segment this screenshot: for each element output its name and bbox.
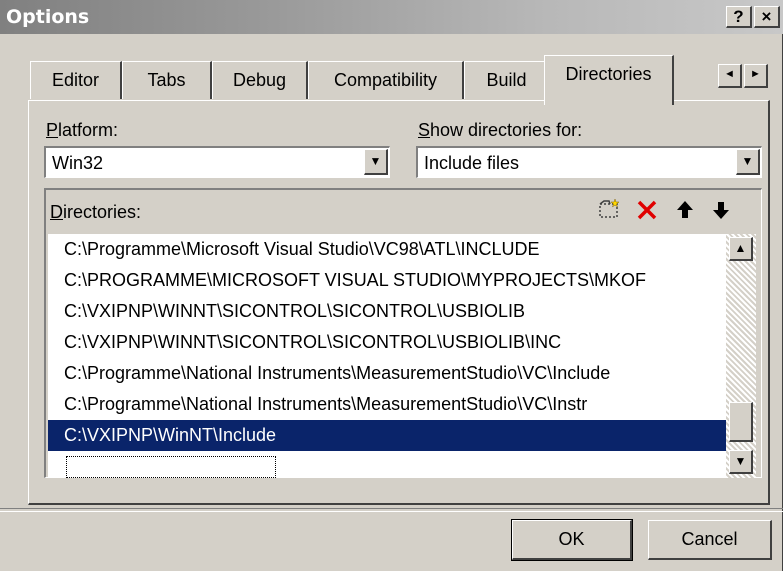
- chevron-right-icon: ►: [750, 68, 761, 80]
- arrow-up-icon[interactable]: [672, 198, 698, 224]
- scroll-down-button[interactable]: ▼: [729, 450, 753, 474]
- cancel-button[interactable]: Cancel: [648, 520, 772, 560]
- title-bar[interactable]: Options ? ×: [0, 0, 783, 34]
- list-item[interactable]: C:\VXIPNP\WINNT\SICONTROL\SICONTROL\USBI…: [48, 296, 726, 327]
- window-title: Options: [6, 6, 90, 28]
- tab-debug[interactable]: Debug: [212, 61, 308, 99]
- directories-scrollbar[interactable]: ▲ ▼: [726, 234, 756, 478]
- directories-label: Directories:: [50, 202, 142, 222]
- close-button[interactable]: ×: [754, 6, 780, 28]
- list-item[interactable]: C:\Programme\Microsoft Visual Studio\VC9…: [48, 234, 726, 265]
- chevron-left-icon: ◄: [724, 68, 735, 80]
- chevron-down-icon[interactable]: ▼: [364, 149, 388, 175]
- divider: [0, 508, 783, 512]
- platform-value: Win32: [52, 153, 104, 173]
- platform-select[interactable]: Win32 ▼: [44, 146, 390, 178]
- help-button[interactable]: ?: [726, 6, 752, 28]
- scroll-thumb[interactable]: [729, 402, 753, 442]
- chevron-down-icon[interactable]: ▼: [736, 149, 760, 175]
- tab-editor[interactable]: Editor: [30, 61, 122, 99]
- tab-tabs[interactable]: Tabs: [122, 61, 212, 99]
- list-item[interactable]: C:\Programme\National Instruments\Measur…: [48, 358, 726, 389]
- list-item[interactable]: C:\PROGRAMME\MICROSOFT VISUAL STUDIO\MYP…: [48, 265, 726, 296]
- list-item-selected[interactable]: C:\VXIPNP\WinNT\Include: [48, 420, 726, 451]
- new-folder-icon[interactable]: [596, 198, 622, 224]
- show-directories-value: Include files: [424, 153, 520, 173]
- directories-group: Directories: C:\Programme\Microsoft Visu…: [44, 188, 762, 478]
- tab-compatibility[interactable]: Compatibility: [308, 61, 464, 99]
- new-entry-field[interactable]: [66, 456, 276, 478]
- platform-label: Platform:: [46, 120, 119, 140]
- tab-build[interactable]: Build: [464, 61, 550, 99]
- scroll-up-button[interactable]: ▲: [729, 237, 753, 261]
- show-directories-select[interactable]: Include files ▼: [416, 146, 762, 178]
- directories-header: Directories:: [46, 190, 760, 234]
- tab-directories[interactable]: Directories: [544, 55, 674, 105]
- list-item[interactable]: C:\VXIPNP\WINNT\SICONTROL\SICONTROL\USBI…: [48, 327, 726, 358]
- ok-button[interactable]: OK: [511, 519, 633, 561]
- arrow-down-icon[interactable]: [708, 198, 734, 224]
- tab-scroll-left-button[interactable]: ◄: [718, 64, 742, 88]
- options-dialog: Options ? × Editor Tabs Debug Compatibil…: [0, 0, 783, 571]
- list-item[interactable]: C:\Programme\National Instruments\Measur…: [48, 389, 726, 420]
- delete-icon[interactable]: [634, 198, 660, 224]
- tab-scroll-right-button[interactable]: ►: [744, 64, 768, 88]
- directories-list[interactable]: C:\Programme\Microsoft Visual Studio\VC9…: [48, 234, 726, 478]
- show-directories-label: Show directories for:: [418, 120, 583, 140]
